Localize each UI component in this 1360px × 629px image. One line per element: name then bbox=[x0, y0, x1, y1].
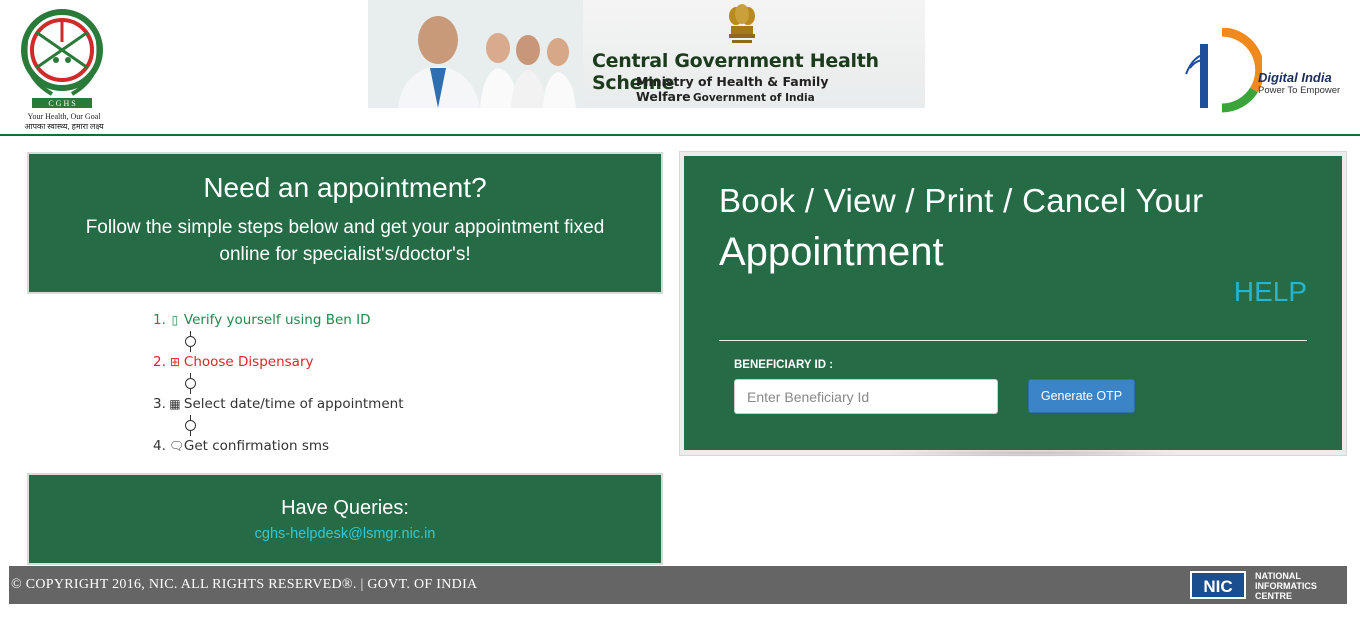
beneficiary-id-label: BENEFICIARY ID : bbox=[734, 359, 834, 371]
nic-line: CENTRE bbox=[1255, 591, 1293, 601]
step-label: Verify yourself using Ben ID bbox=[183, 312, 371, 328]
step-connector bbox=[153, 415, 553, 436]
appointment-steps: 1. ▯ Verify yourself using Ben ID 2. ⊞ C… bbox=[153, 310, 553, 457]
beneficiary-id-input[interactable] bbox=[734, 379, 998, 414]
step-verify: 1. ▯ Verify yourself using Ben ID bbox=[153, 310, 553, 331]
step-connector bbox=[153, 331, 553, 352]
appointment-info-card: Need an appointment? Follow the simple s… bbox=[27, 152, 663, 294]
nic-name: NATIONAL INFORMATICS CENTRE bbox=[1255, 571, 1317, 601]
booking-title-line1: Book / View / Print / Cancel Your bbox=[719, 182, 1204, 219]
step-label: Choose Dispensary bbox=[183, 354, 314, 370]
appointment-heading: Need an appointment? bbox=[203, 172, 487, 203]
banner-government: Government of India bbox=[693, 92, 815, 104]
booking-panel: Book / View / Print / Cancel Your Appoin… bbox=[684, 156, 1342, 450]
digital-india-logo bbox=[1185, 28, 1262, 113]
appointment-subtext: Follow the simple steps below and get yo… bbox=[85, 217, 605, 265]
copyright-text: © COPYRIGHT 2016, NIC. ALL RIGHTS RESERV… bbox=[11, 577, 478, 592]
queries-heading: Have Queries: bbox=[281, 497, 409, 519]
cghs-tagline-english: Your Health, Our Goal bbox=[27, 112, 101, 121]
cghs-tagline: Your Health, Our Goal आपका स्वास्थ्य, हम… bbox=[14, 112, 114, 132]
comments-icon: 🗨 bbox=[168, 439, 185, 453]
panel-shadow bbox=[880, 449, 1180, 457]
help-link[interactable]: HELP bbox=[1234, 276, 1307, 308]
nic-logo: NIC bbox=[1190, 571, 1246, 599]
step-number: 2. bbox=[153, 354, 166, 370]
step-connector bbox=[153, 373, 553, 394]
nic-line: INFORMATICS bbox=[1255, 581, 1317, 591]
site-header: C G H S Your Health, Our Goal आपका स्वास… bbox=[0, 0, 1360, 136]
digital-india-title: Digital India bbox=[1258, 70, 1332, 85]
generate-otp-button[interactable]: Generate OTP bbox=[1028, 379, 1135, 413]
svg-text:NIC: NIC bbox=[1203, 577, 1232, 596]
cghs-tagline-hindi: आपका स्वास्थ्य, हमारा लक्ष्य bbox=[24, 122, 104, 131]
step-confirmation: 4. 🗨 Get confirmation sms bbox=[153, 436, 553, 457]
mobile-icon: ▯ bbox=[171, 313, 179, 327]
nic-line: NATIONAL bbox=[1255, 571, 1301, 581]
queries-card: Have Queries: cghs-helpdesk@lsmgr.nic.in bbox=[27, 473, 663, 565]
step-label: Select date/time of appointment bbox=[183, 396, 404, 412]
step-number: 4. bbox=[153, 438, 166, 454]
step-dispensary: 2. ⊞ Choose Dispensary bbox=[153, 352, 553, 373]
step-label: Get confirmation sms bbox=[183, 438, 330, 454]
step-select-date: 3. ▦ Select date/time of appointment bbox=[153, 394, 553, 415]
site-footer: © COPYRIGHT 2016, NIC. ALL RIGHTS RESERV… bbox=[9, 566, 1347, 604]
cghs-banner: Central Government Health Scheme Ministr… bbox=[368, 0, 925, 108]
hospital-icon: ⊞ bbox=[169, 355, 180, 369]
calendar-icon: ▦ bbox=[169, 397, 181, 411]
helpdesk-email-link[interactable]: cghs-helpdesk@lsmgr.nic.in bbox=[29, 526, 661, 542]
booking-title-line2: Appointment bbox=[719, 230, 944, 274]
step-number: 1. bbox=[153, 312, 166, 328]
doctors-image bbox=[368, 0, 583, 108]
step-number: 3. bbox=[153, 396, 166, 412]
digital-india-tagline: Power To Empower bbox=[1258, 85, 1341, 96]
svg-text:C G H S: C G H S bbox=[48, 99, 75, 108]
divider bbox=[719, 340, 1307, 341]
national-emblem-icon bbox=[729, 4, 755, 43]
